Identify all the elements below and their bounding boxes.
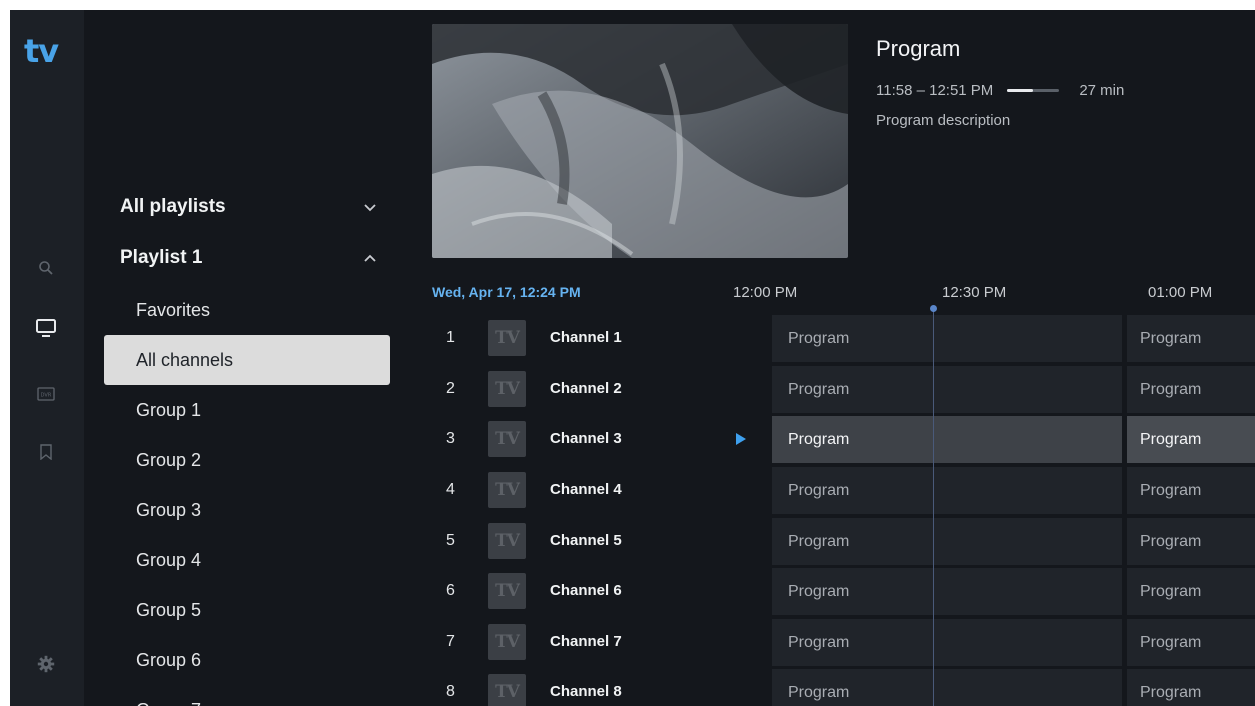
tv-icon[interactable] [32, 314, 60, 342]
playlist-1-dropdown[interactable]: Playlist 1 [120, 240, 380, 276]
channel-row[interactable]: 6 TV Channel 6 Program Program [432, 567, 1255, 617]
channel-logo: TV [488, 320, 526, 356]
channel-row[interactable]: 2 TV Channel 2 Program Program [432, 365, 1255, 415]
dvr-icon-label: DVR [41, 393, 52, 399]
program-cell[interactable]: Program [772, 315, 1122, 362]
channel-row[interactable]: 4 TV Channel 4 Program Program [432, 466, 1255, 516]
playlist-item-group-4[interactable]: Group 4 [104, 535, 390, 585]
channel-row[interactable]: 1 TV Channel 1 Program Program [432, 314, 1255, 364]
channel-name: Channel 3 [550, 430, 622, 447]
channel-name: Channel 6 [550, 582, 622, 599]
playlist-item-group-6[interactable]: Group 6 [104, 635, 390, 685]
playlist-1-label: Playlist 1 [120, 247, 203, 268]
channel-logo: TV [488, 674, 526, 706]
all-playlists-dropdown[interactable]: All playlists [120, 189, 380, 225]
program-cell[interactable]: Program [772, 467, 1122, 514]
channel-number: 1 [446, 329, 455, 346]
chevron-down-icon [364, 204, 376, 212]
program-remaining: 27 min [1079, 81, 1125, 99]
chevron-up-icon [364, 254, 376, 262]
now-playing-icon [736, 433, 746, 445]
program-cell[interactable]: Program [1127, 619, 1255, 666]
program-cell-selected[interactable]: Program [772, 416, 1122, 463]
channel-name: Channel 4 [550, 481, 622, 498]
tv-app-screen: tv DVR All playlists Playlist 1 Favorite… [10, 10, 1255, 706]
channel-logo: TV [488, 421, 526, 457]
dvr-icon[interactable]: DVR [32, 380, 60, 408]
current-time-line [933, 308, 934, 706]
program-info: Program 11:58 – 12:51 PM 27 min Program … [876, 36, 1236, 129]
program-cell[interactable]: Program [772, 619, 1122, 666]
channel-name: Channel 7 [550, 633, 622, 650]
channel-number: 6 [446, 582, 455, 599]
program-title: Program [876, 36, 961, 61]
playlist-item-group-3[interactable]: Group 3 [104, 485, 390, 535]
program-cell[interactable]: Program [1127, 416, 1255, 463]
channel-name: Channel 2 [550, 380, 622, 397]
playlist-item-all-channels[interactable]: All channels [104, 335, 390, 385]
program-description: Program description [876, 112, 1011, 129]
program-time-range: 11:58 – 12:51 PM [876, 81, 994, 99]
channel-number: 2 [446, 380, 455, 397]
program-cell[interactable]: Program [772, 669, 1122, 706]
playlist-panel: All playlists Playlist 1 Favorites All c… [84, 10, 400, 706]
channel-name: Channel 1 [550, 329, 622, 346]
playlist-item-group-2[interactable]: Group 2 [104, 435, 390, 485]
settings-icon[interactable] [32, 650, 60, 678]
app-logo: tv [24, 32, 59, 70]
bookmark-icon[interactable] [32, 438, 60, 466]
current-time-marker [930, 305, 937, 312]
program-cell[interactable]: Program [1127, 366, 1255, 413]
channel-logo: TV [488, 371, 526, 407]
guide-datetime: Wed, Apr 17, 12:24 PM [432, 284, 581, 300]
program-cell[interactable]: Program [1127, 669, 1255, 706]
video-preview[interactable] [432, 24, 848, 258]
channel-row[interactable]: 8 TV Channel 8 Program Program [432, 668, 1255, 706]
playlist-item-group-7[interactable]: Group 7 [104, 685, 390, 706]
channel-logo: TV [488, 624, 526, 660]
all-playlists-label: All playlists [120, 196, 226, 217]
program-cell[interactable]: Program [1127, 315, 1255, 362]
program-cell[interactable]: Program [1127, 467, 1255, 514]
search-icon[interactable] [32, 254, 60, 282]
channel-number: 8 [446, 683, 455, 700]
channel-number: 7 [446, 633, 455, 650]
program-cell[interactable]: Program [772, 518, 1122, 565]
time-tick: 12:30 PM [942, 284, 1007, 301]
program-cell[interactable]: Program [772, 568, 1122, 615]
channel-row[interactable]: 5 TV Channel 5 Program Program [432, 517, 1255, 567]
time-tick: 01:00 PM [1148, 284, 1213, 301]
channel-name: Channel 8 [550, 683, 622, 700]
program-cell[interactable]: Program [1127, 568, 1255, 615]
playlist-item-group-1[interactable]: Group 1 [104, 385, 390, 435]
channel-logo: TV [488, 523, 526, 559]
channel-number: 5 [446, 532, 455, 549]
program-cell[interactable]: Program [1127, 518, 1255, 565]
program-cell[interactable]: Program [772, 366, 1122, 413]
channel-logo: TV [488, 472, 526, 508]
channel-number: 3 [446, 430, 455, 447]
nav-rail: tv DVR [10, 10, 84, 706]
time-tick: 12:00 PM [733, 284, 798, 301]
channel-logo: TV [488, 573, 526, 609]
playlist-item-favorites[interactable]: Favorites [104, 285, 390, 335]
channel-number: 4 [446, 481, 455, 498]
channel-row[interactable]: 7 TV Channel 7 Program Program [432, 618, 1255, 668]
channel-row-active[interactable]: 3 TV Channel 3 Program Program [432, 415, 1255, 465]
channel-name: Channel 5 [550, 532, 622, 549]
program-progress-fill [1007, 88, 1033, 92]
preview-frame-image [432, 24, 848, 258]
playlist-item-group-5[interactable]: Group 5 [104, 585, 390, 635]
guide-header: Wed, Apr 17, 12:24 PM 12:00 PM 12:30 PM … [432, 280, 1255, 304]
program-timeline: 11:58 – 12:51 PM 27 min [876, 80, 1236, 100]
program-progress-bar [1007, 88, 1060, 92]
